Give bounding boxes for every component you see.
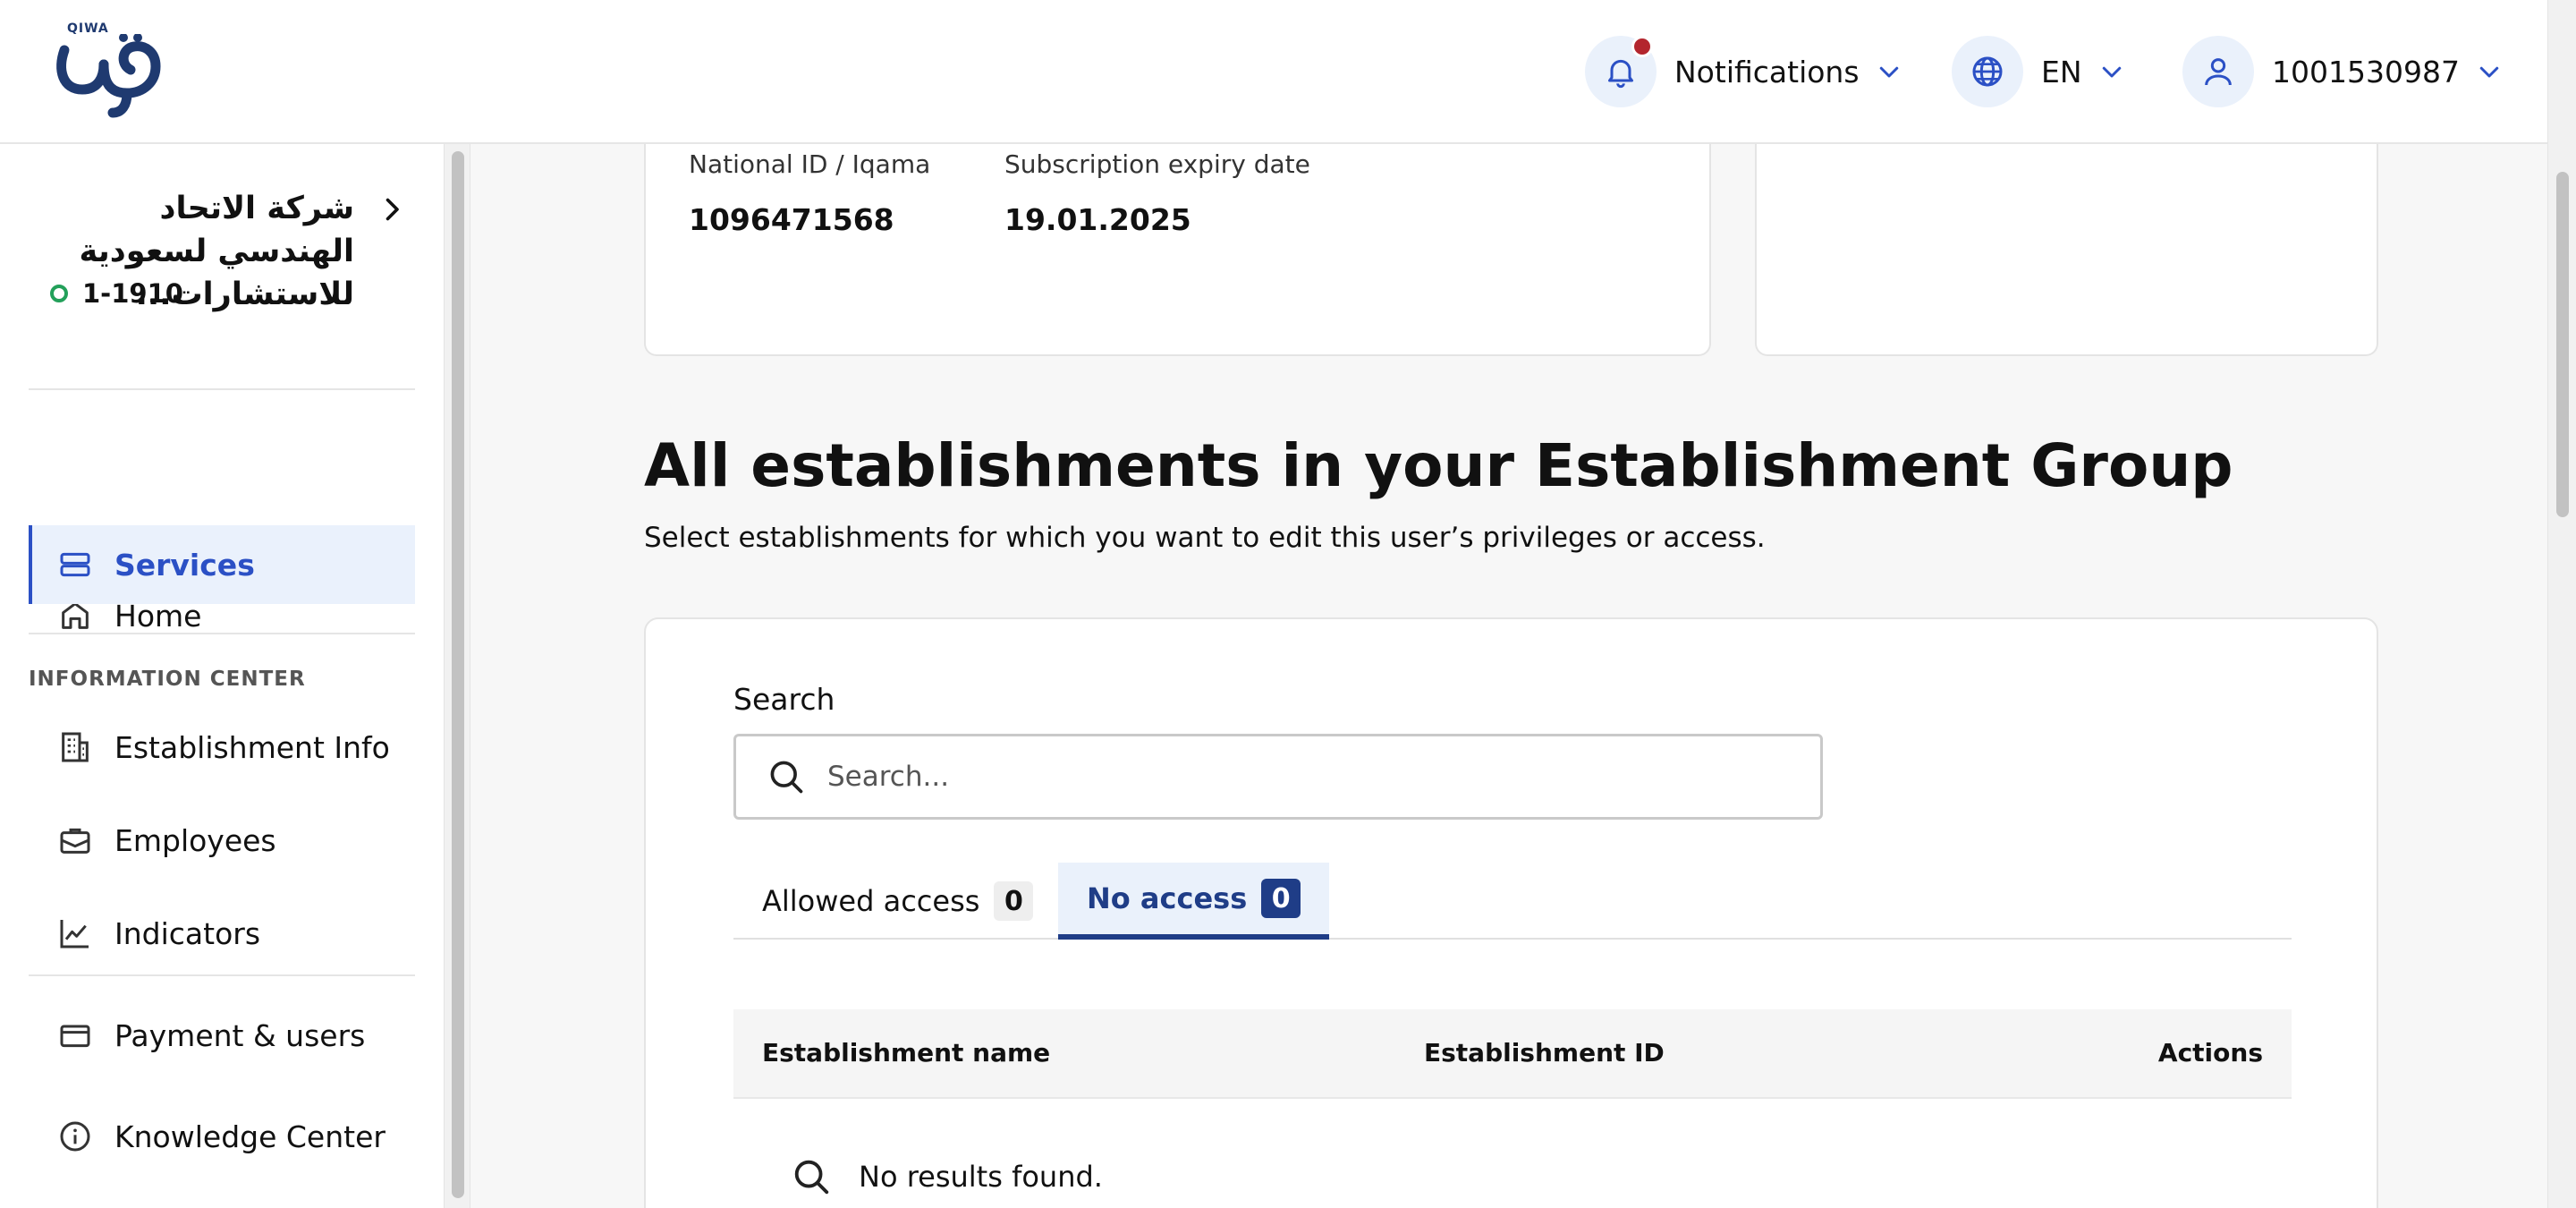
notifications-menu[interactable]: Notifications xyxy=(1585,36,1902,107)
table-header-row: Establishment name Establishment ID Acti… xyxy=(733,1009,2292,1099)
card-icon xyxy=(60,1025,90,1048)
national-id-field: National ID / Iqama 1096471568 xyxy=(689,144,930,237)
sidebar-scrollbar-thumb[interactable] xyxy=(452,151,464,1198)
sidebar-item-employees[interactable]: Employees xyxy=(29,801,415,880)
column-header-establishment-name[interactable]: Establishment name xyxy=(762,1038,1050,1068)
briefcase-icon xyxy=(60,828,90,854)
info-icon xyxy=(60,1121,90,1152)
logo-mark-icon xyxy=(56,34,161,118)
subscription-expiry-label: Subscription expiry date xyxy=(1004,149,1310,179)
company-id: 1-1910 xyxy=(82,278,183,309)
tab-label: Allowed access xyxy=(762,884,980,918)
page-title: All establishments in your Establishment… xyxy=(644,431,2233,500)
divider xyxy=(29,388,415,390)
language-label: EN xyxy=(2041,54,2082,89)
language-menu[interactable]: EN xyxy=(1952,36,2125,107)
access-tabs: Allowed access 0 No access 0 xyxy=(733,863,2292,940)
sidebar-item-knowledge-center[interactable]: Knowledge Center xyxy=(29,1097,415,1176)
sidebar-item-label: Indicators xyxy=(114,915,261,951)
globe-icon-wrapper xyxy=(1952,36,2023,107)
sidebar-item-services-content[interactable]: Services xyxy=(29,525,415,604)
active-status-dot xyxy=(50,285,68,302)
tab-count-badge: 0 xyxy=(994,881,1034,921)
side-card xyxy=(1755,144,2378,356)
sidebar-item-label: Establishment Info xyxy=(114,729,390,765)
sidebar-item-label: Knowledge Center xyxy=(114,1119,386,1154)
user-icon xyxy=(2205,58,2232,86)
sidebar-item-label: Services xyxy=(114,547,255,583)
services-icon xyxy=(60,552,90,577)
tab-allowed-access[interactable]: Allowed access 0 xyxy=(733,863,1062,940)
sidebar-scrollbar[interactable] xyxy=(444,144,470,1208)
page-scrollbar[interactable] xyxy=(2547,0,2576,1208)
empty-state-message: No results found. xyxy=(859,1160,1103,1194)
empty-state: No results found. xyxy=(791,1156,1103,1197)
tab-count-badge: 0 xyxy=(1261,879,1301,918)
chevron-down-icon xyxy=(2102,66,2121,78)
establishments-card: Search Allowed access 0 No access 0 Esta… xyxy=(644,617,2378,1208)
chevron-right-icon[interactable] xyxy=(376,193,408,225)
sidebar-item-establishment-info[interactable]: Establishment Info xyxy=(29,708,415,787)
user-menu[interactable]: 1001530987 xyxy=(2182,36,2503,107)
user-details-card: National ID / Iqama 1096471568 Subscript… xyxy=(644,144,1711,356)
section-label: INFORMATION CENTER xyxy=(29,668,306,691)
notifications-label: Notifications xyxy=(1674,54,1860,89)
column-header-establishment-id[interactable]: Establishment ID xyxy=(1424,1038,1665,1068)
subscription-expiry-field: Subscription expiry date 19.01.2025 xyxy=(1004,144,1310,237)
search-field[interactable] xyxy=(733,734,1823,820)
bell-icon-wrapper xyxy=(1585,36,1657,107)
globe-icon xyxy=(1972,56,2003,87)
sidebar-item-payment-users[interactable]: Payment & users xyxy=(29,996,415,1075)
divider xyxy=(29,633,415,634)
search-input[interactable] xyxy=(827,761,1811,793)
chevron-down-icon xyxy=(1879,66,1898,78)
qiwa-logo[interactable]: QIWA xyxy=(55,20,168,120)
chart-icon xyxy=(60,920,89,949)
top-header: QIWA Notifications EN 1001530987 xyxy=(0,0,2547,144)
page-scrollbar-thumb[interactable] xyxy=(2556,172,2569,517)
subscription-expiry-value: 19.01.2025 xyxy=(1004,202,1191,237)
search-label: Search xyxy=(733,682,835,717)
sidebar-item-indicators[interactable]: Indicators xyxy=(29,894,415,973)
column-header-actions: Actions xyxy=(2157,1038,2263,1068)
national-id-label: National ID / Iqama xyxy=(689,149,931,179)
user-id-label: 1001530987 xyxy=(2272,54,2460,89)
notification-dot xyxy=(1631,36,1653,57)
bell-icon xyxy=(1608,59,1633,89)
search-icon xyxy=(770,761,803,794)
national-id-value: 1096471568 xyxy=(689,202,894,237)
search-icon xyxy=(794,1160,829,1195)
sidebar-item-label: Payment & users xyxy=(114,1017,366,1053)
building-icon xyxy=(62,732,89,762)
user-icon-wrapper xyxy=(2182,36,2254,107)
divider xyxy=(29,974,415,976)
tab-no-access[interactable]: No access 0 xyxy=(1058,863,1330,940)
company-status: 1-1910 xyxy=(50,278,183,309)
chevron-down-icon xyxy=(2479,66,2499,78)
sidebar-item-label: Employees xyxy=(114,822,276,858)
page-subtitle: Select establishments for which you want… xyxy=(644,522,1766,554)
tab-label: No access xyxy=(1087,881,1248,915)
sidebar: شركة الاتحاد الهندسي لسعودية للاستشارات.… xyxy=(0,144,444,1208)
